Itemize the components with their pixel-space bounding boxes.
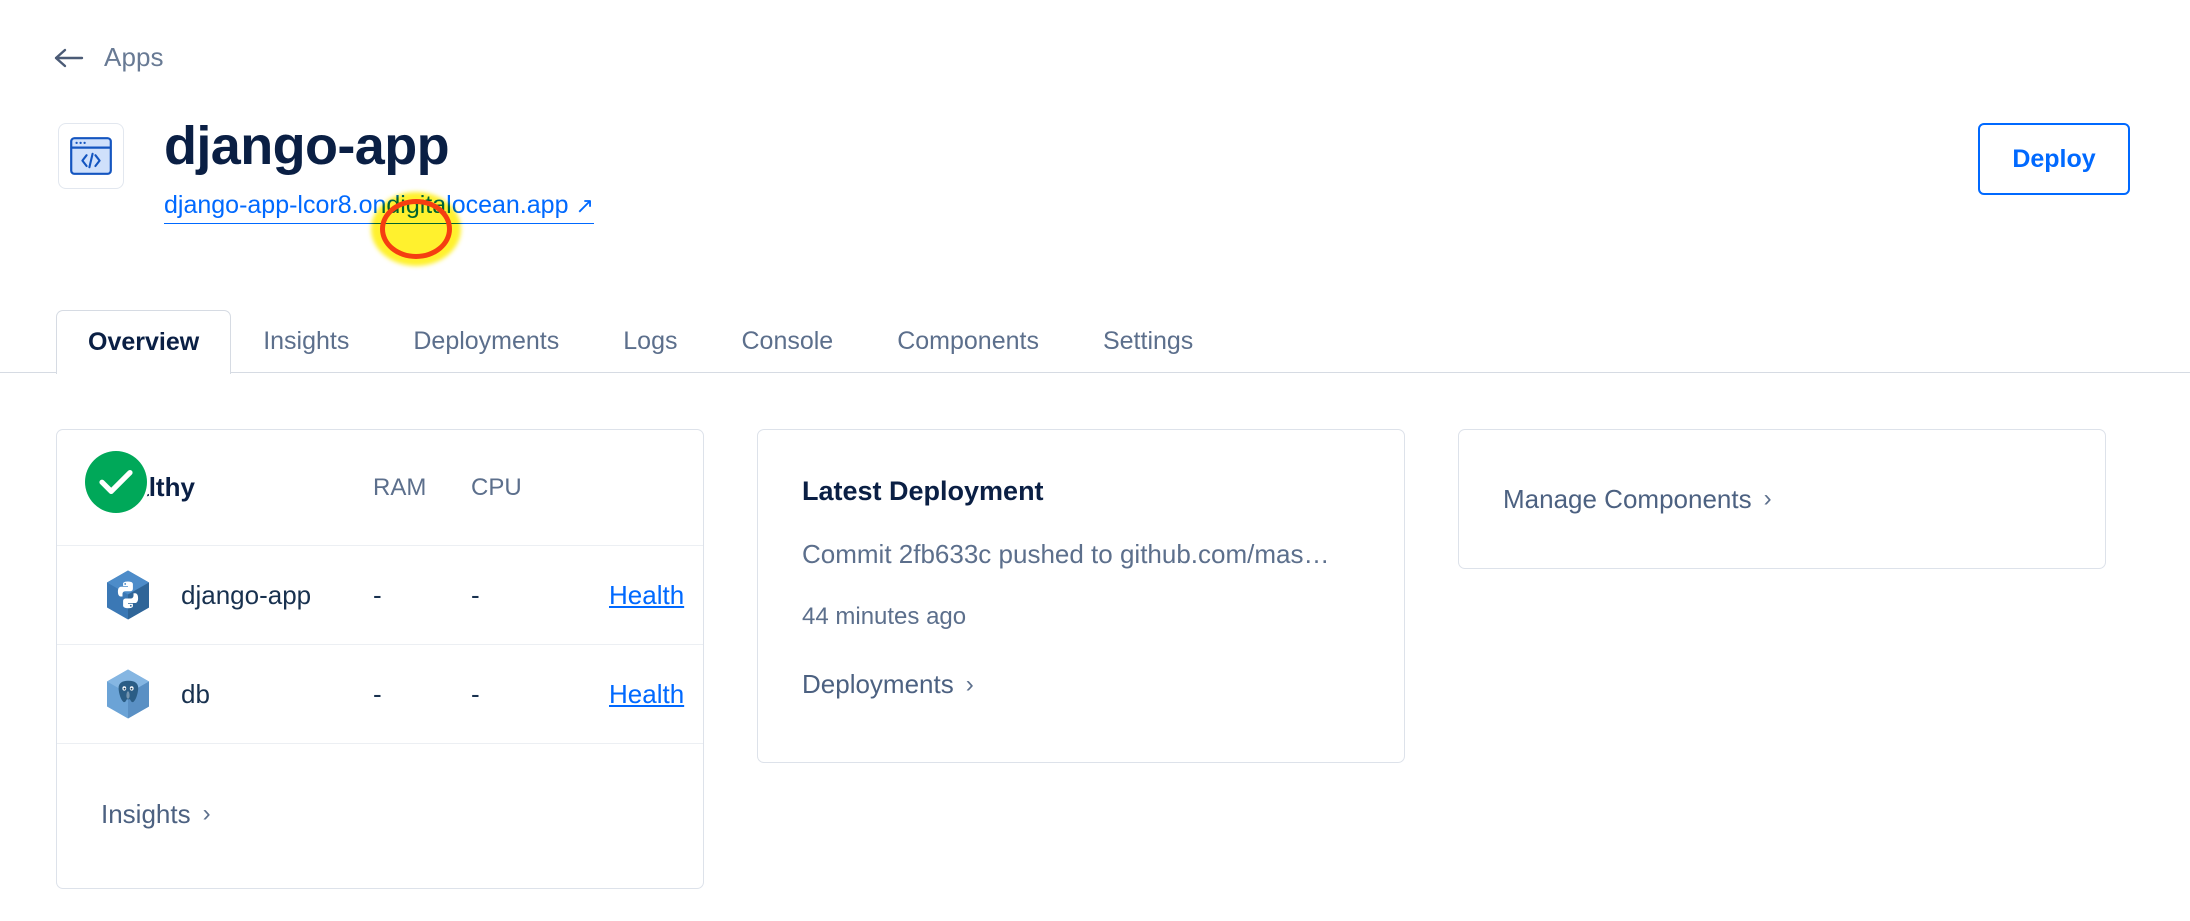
manage-components-label: Manage Components xyxy=(1503,483,1752,514)
deploy-button[interactable]: Deploy xyxy=(1978,123,2130,195)
health-card: Healthy RAM CPU django-app - - Health db… xyxy=(56,429,704,889)
check-circle-icon xyxy=(85,451,147,513)
component-name-cell: db xyxy=(101,667,373,721)
app-url-link[interactable]: django-app-lcor8.ondigitalocean.app ↗ xyxy=(164,191,594,225)
latest-deployment-card: Latest Deployment Commit 2fb633c pushed … xyxy=(757,429,1405,763)
column-header-ram: RAM xyxy=(373,473,427,501)
deployment-commit-text: Commit 2fb633c pushed to github.com/mas… xyxy=(802,539,1330,569)
app-url-text: django-app-lcor8.ondigitalocean.app xyxy=(164,191,569,220)
tab-logs[interactable]: Logs xyxy=(591,310,709,372)
tab-settings[interactable]: Settings xyxy=(1071,310,1225,372)
deployment-card-body: Latest Deployment Commit 2fb633c pushed … xyxy=(758,430,1404,700)
tab-insights[interactable]: Insights xyxy=(231,310,381,372)
code-window-icon xyxy=(58,123,124,189)
cpu-value: - xyxy=(471,678,480,709)
postgresql-hex-icon xyxy=(101,667,155,721)
tab-components[interactable]: Components xyxy=(865,310,1071,372)
health-link[interactable]: Health xyxy=(609,580,684,611)
insights-link[interactable]: Insights › xyxy=(101,799,211,830)
chevron-right-icon: › xyxy=(965,670,974,698)
insights-link-label: Insights xyxy=(101,798,191,829)
tab-console[interactable]: Console xyxy=(709,310,865,372)
page-title: django-app xyxy=(164,116,450,176)
app-header: django-app django-app-lcor8.ondigitaloce… xyxy=(58,116,594,225)
deployment-timestamp: 44 minutes ago xyxy=(802,603,967,630)
health-card-footer: Insights › xyxy=(57,744,703,884)
cpu-value: - xyxy=(471,579,480,610)
tab-deployments[interactable]: Deployments xyxy=(381,310,591,372)
manage-components-card: Manage Components › xyxy=(1458,429,2106,569)
table-row: db - - Health xyxy=(57,645,703,744)
health-card-header: Healthy RAM CPU xyxy=(57,430,703,546)
manage-components-link[interactable]: Manage Components › xyxy=(1503,484,1772,515)
column-header-cpu: CPU xyxy=(471,473,522,501)
app-detail-page: Apps django-app django-app-lcor8.ondigit… xyxy=(0,0,2190,921)
deployments-link-label: Deployments xyxy=(802,669,954,699)
deployment-card-footer: Deployments › xyxy=(802,669,1360,700)
arrow-left-icon[interactable] xyxy=(52,44,86,72)
deployments-link[interactable]: Deployments › xyxy=(802,669,974,700)
breadcrumb[interactable]: Apps xyxy=(52,42,164,73)
chevron-right-icon: › xyxy=(1763,485,1772,512)
ram-value: - xyxy=(373,678,382,709)
table-row: django-app - - Health xyxy=(57,546,703,645)
external-link-icon: ↗ xyxy=(575,193,594,219)
python-hex-icon xyxy=(101,568,155,622)
tab-bar: Overview Insights Deployments Logs Conso… xyxy=(0,304,2190,374)
deployment-card-title: Latest Deployment xyxy=(802,476,1044,506)
app-title-block: django-app django-app-lcor8.ondigitaloce… xyxy=(164,116,594,225)
component-name: db xyxy=(181,678,210,709)
ram-value: - xyxy=(373,579,382,610)
component-name-cell: django-app xyxy=(101,568,373,622)
breadcrumb-label[interactable]: Apps xyxy=(104,42,164,73)
tab-list: Overview Insights Deployments Logs Conso… xyxy=(56,304,1225,374)
chevron-right-icon: › xyxy=(202,800,211,827)
tab-overview[interactable]: Overview xyxy=(56,309,232,374)
health-link[interactable]: Health xyxy=(609,679,684,710)
component-name: django-app xyxy=(181,579,312,610)
components-card-body: Manage Components › xyxy=(1459,430,2105,568)
